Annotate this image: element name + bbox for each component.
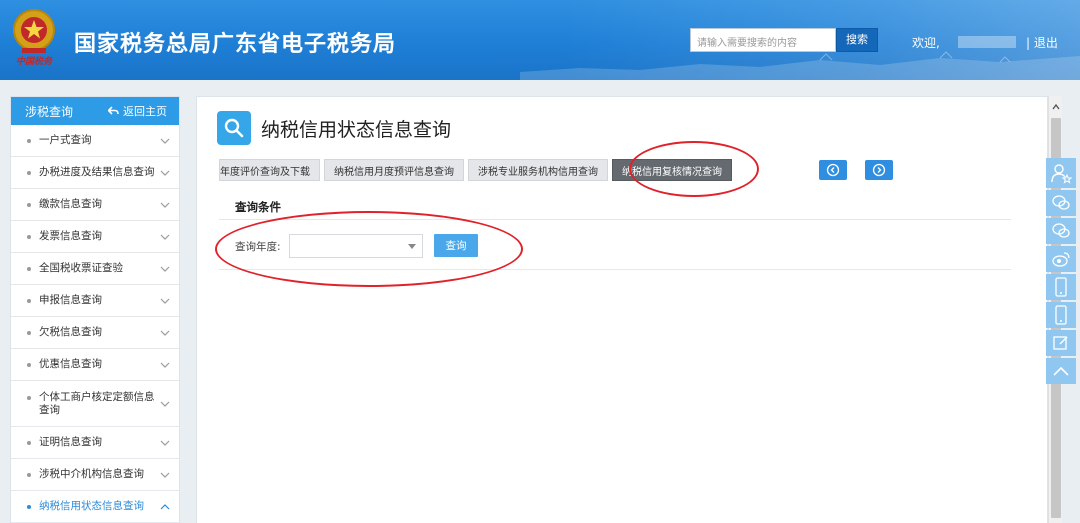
sidebar-item-label: 个体工商户核定定额信息查询 [39,390,155,416]
username-redacted [958,36,1016,48]
sidebar-item-agency-query[interactable]: 涉税中介机构信息查询 [11,459,179,491]
chevron-down-icon [160,234,170,240]
tabs-prev-button[interactable] [819,160,847,180]
sidebar-item-declaration-query[interactable]: 申报信息查询 [11,285,179,317]
sidebar-item-credit-status-query[interactable]: 纳税信用状态信息查询 [11,491,179,523]
back-arrow-icon [108,106,119,115]
chevron-down-icon [160,298,170,304]
sidebar-item-label: 纳税信用状态信息查询 [39,500,144,512]
bullet-icon [27,395,31,400]
sidebar-item-tax-receipt-verify[interactable]: 全国税收票证查验 [11,253,179,285]
chevron-down-icon [160,401,170,407]
tabs-next-button[interactable] [865,160,893,180]
chevron-down-icon [160,202,170,208]
sidebar-header: 涉税查询 返回主页 [11,97,179,125]
wechat-icon[interactable] [1046,190,1076,216]
bullet-icon [27,299,31,303]
magnifier-icon [217,111,251,145]
sidebar-item-individual-quota-query[interactable]: 个体工商户核定定额信息查询 [11,381,179,427]
floating-toolbar [1046,158,1076,386]
sidebar-item-label: 涉税中介机构信息查询 [39,468,144,480]
tab-annual-evaluation[interactable]: 年度评价查询及下载 [219,159,320,181]
bullet-icon [27,171,31,175]
bullet-icon [27,441,31,445]
sidebar-item-payment-query[interactable]: 缴款信息查询 [11,189,179,221]
sidebar-item-arrears-query[interactable]: 欠税信息查询 [11,317,179,349]
chevron-down-icon [160,170,170,176]
bullet-icon [27,363,31,367]
great-wall-decoration [520,51,1080,80]
edit-icon[interactable] [1046,330,1076,356]
bullet-icon [27,139,31,143]
chevron-down-icon [160,138,170,144]
sidebar-item-preferential-query[interactable]: 优惠信息查询 [11,349,179,381]
chevron-down-icon [160,440,170,446]
tab-agency-credit[interactable]: 涉税专业服务机构信用查询 [468,159,608,181]
divider [219,269,1011,270]
sidebar-item-label: 全国税收票证查验 [39,262,123,274]
divider [219,219,1011,220]
weibo-icon[interactable] [1046,246,1076,272]
chevron-left-circle-icon [826,163,840,177]
bullet-icon [27,203,31,207]
chevron-down-icon [160,362,170,368]
page-title-group: 纳税信用状态信息查询 [217,111,451,145]
tab-monthly-pre-evaluation[interactable]: 纳税信用月度预评信息查询 [324,159,464,181]
scroll-up-icon[interactable] [1051,102,1061,112]
sidebar-item-certificate-query[interactable]: 证明信息查询 [11,427,179,459]
query-year-label: 查询年度: [235,241,281,253]
sidebar-item-label: 缴款信息查询 [39,198,102,210]
tab-credit-review[interactable]: 纳税信用复核情况查询 [612,159,732,181]
back-home-link[interactable]: 返回主页 [108,103,167,119]
sidebar-item-invoice-query[interactable]: 发票信息查询 [11,221,179,253]
sidebar-title: 涉税查询 [25,104,74,119]
query-button[interactable]: 查询 [434,234,478,257]
sidebar-item-label: 发票信息查询 [39,230,102,242]
logout-link[interactable]: | 退出 [1026,34,1058,51]
chevron-down-icon [160,472,170,478]
mobile-icon[interactable] [1046,302,1076,328]
sidebar-item-label: 申报信息查询 [39,294,102,306]
chevron-down-icon [160,266,170,272]
back-home-label: 返回主页 [123,105,167,118]
site-header: 中国税务 国家税务总局广东省电子税务局 请输入需要搜索的内容 搜索 欢迎, | … [0,0,1080,80]
bullet-icon [27,473,31,477]
site-title: 国家税务总局广东省电子税务局 [74,32,397,57]
sidebar: 涉税查询 返回主页 一户式查询 办税进度及结果信息查询 缴款信息查询 发票信息查… [10,96,180,523]
bullet-icon [27,331,31,335]
welcome-text: 欢迎, [912,36,940,50]
search-input[interactable]: 请输入需要搜索的内容 [690,28,836,52]
mobile-icon[interactable] [1046,274,1076,300]
user-star-icon[interactable] [1046,158,1076,188]
bullet-icon [27,267,31,271]
caret-down-icon [408,244,416,249]
chevron-up-icon [160,503,170,509]
sidebar-item-progress-query[interactable]: 办税进度及结果信息查询 [11,157,179,189]
bullet-icon [27,235,31,239]
query-tabs: 年度评价查询及下载 纳税信用月度预评信息查询 涉税专业服务机构信用查询 纳税信用… [219,159,732,181]
bullet-icon [27,505,31,509]
chevron-down-icon [160,330,170,336]
sidebar-item-label: 欠税信息查询 [39,326,102,338]
query-conditions-title: 查询条件 [235,200,281,214]
search-button[interactable]: 搜索 [836,28,878,52]
sidebar-item-label: 证明信息查询 [39,436,102,448]
query-year-select[interactable] [289,234,423,258]
chevron-right-circle-icon [872,163,886,177]
page-title: 纳税信用状态信息查询 [261,118,452,141]
emblem-label: 中国税务 [15,57,52,67]
chevron-up-icon[interactable] [1046,358,1076,384]
sidebar-item-label: 优惠信息查询 [39,358,102,370]
sidebar-item-label: 办税进度及结果信息查询 [39,166,155,178]
sidebar-item-household-query[interactable]: 一户式查询 [11,125,179,157]
sidebar-item-label: 一户式查询 [39,134,92,146]
wechat-icon[interactable] [1046,218,1076,244]
main-panel: 纳税信用状态信息查询 年度评价查询及下载 纳税信用月度预评信息查询 涉税专业服务… [196,96,1048,523]
